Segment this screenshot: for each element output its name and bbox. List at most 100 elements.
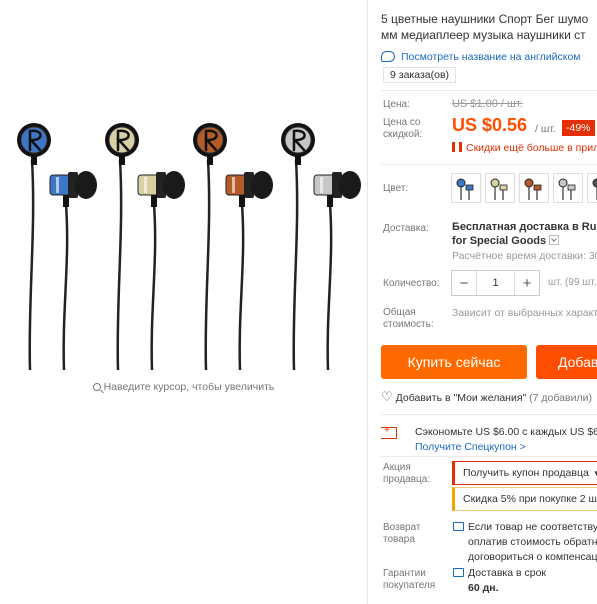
earphone-4-stem-left	[295, 155, 301, 165]
earphone-thumbnail-icon	[490, 178, 508, 200]
earphone-3-highlight	[232, 177, 235, 193]
shipping-line-2: for Special Goods	[452, 235, 547, 247]
magnifier-icon	[92, 383, 101, 391]
earphone-2-stem-left	[119, 155, 125, 165]
seller-promo-label-1: Акция	[383, 462, 411, 473]
earphone-thumbnail-icon	[592, 178, 597, 200]
shipping-method[interactable]: Бесплатная доставка в Russia for Special…	[452, 220, 597, 248]
seller-coupon-text[interactable]: Получить купон продавца	[463, 467, 589, 479]
app-discount-text[interactable]: Скидки ещё больше в прил	[466, 142, 597, 154]
guarantee-line-2: 60 дн.	[468, 582, 499, 594]
earphone-4-cable-right	[326, 204, 333, 371]
color-swatch[interactable]	[519, 173, 549, 203]
earphone-3-stem-right	[239, 195, 245, 207]
return-policy-icon	[453, 522, 464, 531]
app-discount-link[interactable]: Скидки ещё больше в прил	[452, 142, 597, 154]
add-to-cart-button[interactable]: Добав	[536, 345, 597, 379]
earphone-3-cable-right	[238, 204, 245, 371]
total-value: Зависит от выбранных характе	[452, 307, 597, 319]
shipping-label: Доставка:	[383, 223, 429, 234]
earphone-2-cable-right	[150, 204, 157, 371]
product-info-panel: 5 цветные наушники Спорт Бег шумо мм мед…	[381, 0, 597, 604]
guarantee-label-2: покупателя	[383, 580, 436, 591]
earphone-1-highlight	[56, 177, 59, 193]
earphone-3-cable-left	[204, 159, 211, 371]
quantity-label: Количество:	[383, 278, 440, 289]
product-image[interactable]	[6, 10, 364, 376]
delivery-guarantee-icon	[453, 568, 464, 577]
discount-price-label-2: скидкой:	[383, 129, 423, 140]
zoom-hint-text: Наведите курсор, чтобы увеличить	[103, 381, 275, 393]
color-swatch[interactable]	[553, 173, 583, 203]
return-policy-text: Если товар не соответствуе оплатив стоим…	[468, 520, 597, 565]
translate-icon	[381, 51, 395, 62]
earphone-3-stem-left	[207, 155, 213, 165]
savings-text: Сэкономьте US $6.00 с каждых US $65.	[415, 426, 597, 438]
product-gallery: Наведите курсор, чтобы увеличить	[0, 0, 367, 604]
discount-badge: -49%	[562, 120, 595, 136]
color-swatches	[451, 173, 597, 203]
get-coupon-link[interactable]: Получите Спецкупон >	[415, 441, 526, 453]
color-swatch[interactable]	[451, 173, 481, 203]
quantity-stepper: − 1 +	[451, 270, 540, 296]
earphones-illustration	[17, 123, 361, 371]
quantity-input[interactable]: 1	[476, 271, 515, 295]
earphone-4-cable-left	[292, 159, 299, 371]
coupon-icon	[381, 425, 397, 439]
color-label: Цвет:	[383, 183, 409, 194]
discount-price-label: Цена со скидкой:	[383, 117, 422, 141]
seller-promo-label-2: продавца:	[383, 474, 431, 485]
price-label: Цена:	[383, 99, 410, 110]
return-line-2: оплатив стоимость обратно	[468, 536, 597, 548]
earphone-1-cable-left	[28, 159, 35, 371]
earphone-thumbnail-icon	[456, 178, 474, 200]
earphone-1-stem-left	[31, 155, 37, 165]
separator	[381, 456, 597, 457]
guarantee-line-1: Доставка в срок	[468, 567, 547, 579]
total-label-1: Общая	[383, 307, 416, 318]
shipping-line-1: Бесплатная доставка в Russia	[452, 221, 597, 233]
panel-divider	[367, 0, 368, 604]
add-to-wishlist[interactable]: ♡ Добавить в "Мои желания" (7 добавили)	[381, 389, 592, 405]
quantity-minus-button[interactable]: −	[452, 271, 476, 295]
separator	[381, 90, 597, 91]
earphone-1-ear-tip	[75, 171, 97, 199]
earphone-thumbnail-icon	[524, 178, 542, 200]
stock-info: шт. (99 шт. -	[548, 277, 597, 288]
buy-now-button[interactable]: Купить сейчас	[381, 345, 527, 379]
earphone-1-stem-right	[63, 195, 69, 207]
bulk-discount-promo: Скидка 5% при покупке 2 шт	[452, 487, 597, 511]
old-price: US $1.00 / шт.	[452, 98, 523, 110]
delivery-time: Расчётное время доставки: 30	[452, 250, 597, 262]
quantity-plus-button[interactable]: +	[515, 271, 539, 295]
earphone-4-ear-tip	[339, 171, 361, 199]
guarantee-label-1: Гарантии	[383, 568, 426, 579]
get-seller-coupon-button[interactable]: Получить купон продавца ▼	[452, 461, 597, 485]
caret-down-icon: ▼	[592, 468, 597, 478]
seller-promo-label: Акция продавца:	[383, 462, 430, 486]
translate-link-text[interactable]: Посмотреть название на английском	[401, 51, 581, 63]
color-swatch[interactable]	[587, 173, 597, 203]
separator	[381, 164, 597, 165]
qr-code-icon	[452, 142, 462, 152]
discount-price-label-1: Цена со	[383, 117, 421, 128]
total-label: Общая стоимость:	[383, 307, 434, 331]
return-label-2: товара	[383, 534, 415, 545]
chevron-down-icon[interactable]	[549, 235, 560, 245]
return-label: Возврат товара	[383, 522, 421, 546]
separator	[381, 414, 597, 415]
wishlist-text[interactable]: Добавить в "Мои желания"	[396, 392, 527, 404]
total-label-2: стоимость:	[383, 319, 434, 330]
heart-icon: ♡	[381, 389, 393, 404]
return-line-1: Если товар не соответствуе	[468, 521, 597, 533]
earphone-2-stem-right	[151, 195, 157, 207]
earphone-thumbnail-icon	[558, 178, 576, 200]
earphone-1-cable-right	[62, 204, 69, 371]
zoom-hint: Наведите курсор, чтобы увеличить	[0, 381, 367, 393]
return-label-1: Возврат	[383, 522, 421, 533]
guarantee-label: Гарантии покупателя	[383, 568, 435, 592]
translate-link[interactable]: Посмотреть название на английском	[381, 51, 581, 63]
return-line-3: договориться о компенсац	[468, 551, 597, 563]
guarantee-text: Доставка в срок 60 дн.	[468, 566, 546, 596]
color-swatch[interactable]	[485, 173, 515, 203]
